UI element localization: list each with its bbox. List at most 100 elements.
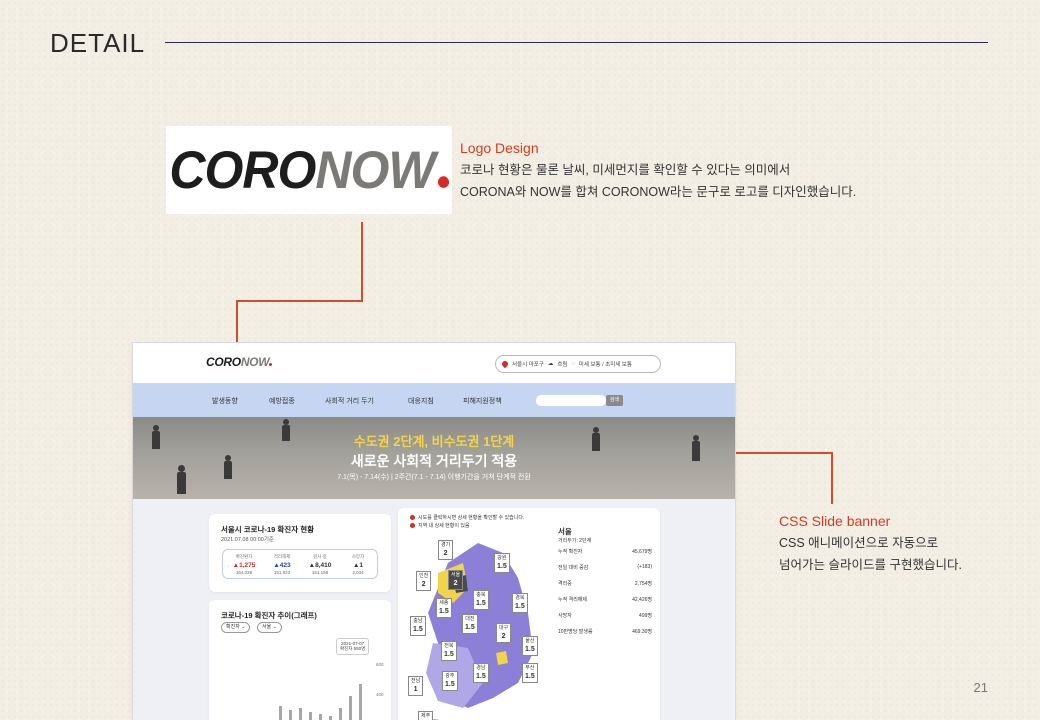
stat-released: 격리해제 ▲423 151,923 [273,554,291,575]
map-note-click: 시도를 클릭하시면 상세 현황을 확인할 수 있습니다. [410,514,524,521]
search-button[interactable]: 검색 [606,395,623,406]
tooltip-value: 확진자 550명 [340,646,366,651]
chart-bar [289,710,292,720]
mockup-logo-now: NOW [240,355,270,369]
region-jeonbuk[interactable]: 전북 1.5 [441,641,457,661]
detail-row: 전일 대비 증감 (+183) [558,564,652,571]
nav-item-support[interactable]: 피해지원정책 [463,396,502,406]
logo-annotation: Logo Design 코로나 현황은 물론 날씨, 미세먼지를 확인할 수 있… [460,137,856,203]
mockup-header: CORONOW 서울시 마포구 ☁ 흐림 ◌ 미세 보통 / 초미세 보통 [133,343,735,383]
chart-bar [349,696,352,720]
y-tick-600: 600 [376,662,384,667]
detail-row: 사망자 499명 [558,613,652,619]
cloud-icon: ☁ [547,361,554,367]
banner-annotation: CSS Slide banner CSS 애니메이션으로 자동으로 넘어가는 슬… [779,510,962,576]
dust-text: 미세 보통 / 초미세 보통 [578,362,632,368]
status-pill[interactable]: 서울시 마포구 ☁ 흐림 ◌ 미세 보통 / 초미세 보통 [495,355,661,373]
detail-row: 누적 확진자 45,679명 [558,549,652,555]
region-jeonnam[interactable]: 전남 1 [408,676,424,696]
logo-connector-vertical [361,222,363,302]
detail-row: 10만명당 발생률 469.30명 [558,629,652,635]
logo-annotation-line1: 코로나 현황은 물론 날씨, 미세먼지를 확인할 수 있다는 의미에서 [460,163,791,177]
search-input[interactable] [536,395,606,406]
title-divider [165,42,988,43]
nav-item-guidelines[interactable]: 대응지침 [408,396,434,406]
trend-card: 코로나-19 확진자 추이(그래프) 확진자 ⌄ 서울 ⌄ 2021-07-07… [209,600,391,720]
region-select[interactable]: 서울 ⌄ [257,622,282,633]
stat-deaths: 사망자 ▲1 2,034 [351,554,365,575]
banner-connector-vertical [831,452,833,504]
korea-map[interactable] [408,533,548,720]
status-card: 서울시 코로나-19 확진자 현황 2021.07.08 00:00기준 확진환… [209,514,391,592]
trend-chart [221,660,373,720]
detail-row: 격리중 2,754명 [558,581,652,587]
logo-annotation-heading: Logo Design [460,140,539,156]
location-pin-icon [500,359,510,369]
website-mockup: CORONOW 서울시 마포구 ☁ 흐림 ◌ 미세 보통 / 초미세 보통 발생… [133,343,735,720]
nav-item-distancing[interactable]: 사회적 거리 두기 [325,396,374,406]
region-daejeon[interactable]: 대전 1.5 [462,614,478,634]
chevron-down-icon: ⌄ [272,624,277,630]
status-card-date: 2021.07.08 00:00기준 [221,537,274,543]
mockup-logo-dot [269,363,273,366]
slide-banner[interactable]: 수도권 2단계, 비수도권 1단계 새로운 사회적 거리두기 적용 7.1(목)… [133,417,735,499]
region-gyeongbuk[interactable]: 경북 1.5 [512,593,528,613]
stat-confirmed: 확진환자 ▲1,275 164,028 [232,554,256,575]
region-chungbuk[interactable]: 충북 1.5 [473,590,489,610]
region-daegu[interactable]: 대구 2 [496,623,512,643]
mockup-logo-coro: CORO [206,355,241,369]
detail-city: 서울 [558,527,572,536]
chart-bar [319,714,322,720]
metric-select-value: 확진자 [226,624,240,630]
banner-annotation-line2: 넘어가는 슬라이드를 구현했습니다. [779,558,962,572]
coronow-logo: CORONOW [169,140,449,200]
mockup-nav: 발생동향 예방접종 사회적 거리 두기 대응지침 피해지원정책 검색 [133,383,735,417]
stat-testing: 검사 중 ▲8,410 151,158 [308,554,332,575]
chevron-down-icon: ⌄ [241,624,246,630]
detail-row: 누적 격리해제 42,426명 [558,597,652,603]
slide-title: DETAIL [50,28,146,58]
region-ulsan[interactable]: 울산 1.5 [522,636,538,656]
metric-select[interactable]: 확진자 ⌄ [221,622,251,633]
map-card: 시도를 클릭하시면 상세 현황을 확인할 수 있습니다. 지역 내 상세 현황이… [398,508,660,720]
status-card-title: 서울시 코로나-19 확진자 현황 [221,525,314,534]
banner-annotation-heading: CSS Slide banner [779,513,891,529]
logo-coro-text: CORO [169,140,316,200]
alert-icon [410,515,415,521]
chart-tooltip: 2021-07-07 확진자 550명 [336,638,370,655]
trend-card-title: 코로나-19 확진자 추이(그래프) [221,611,317,620]
region-gwangju[interactable]: 광주 1.5 [442,671,458,691]
detail-stage: 거리두기: 2단계 [558,538,592,544]
logo-preview: CORONOW [166,126,452,214]
logo-now-text: NOW [315,140,435,200]
region-jeju[interactable]: 제주 [418,711,434,720]
region-incheon[interactable]: 인천 2 [416,571,432,591]
region-gyeonggi[interactable]: 경기 2 [438,540,454,560]
weather-text: 흐림 [557,362,568,368]
nav-item-vaccination[interactable]: 예방접종 [269,396,295,406]
banner-period: 7.1(목) - 7.14(수) | 2주간(7.1 - 7.14) 이행기간을… [337,474,531,481]
region-sejong[interactable]: 세종 1.5 [436,598,452,618]
logo-connector-horizontal [236,300,363,302]
region-chungnam[interactable]: 충남 1.5 [410,616,426,636]
chart-bar [279,706,282,720]
region-detail-panel: 서울 거리두기: 2단계 누적 확진자 45,679명 전일 대비 증감 (+183… [558,526,652,640]
location-text: 서울시 마포구 [512,362,544,368]
chart-bar [359,684,362,720]
chart-bar [339,708,342,720]
y-tick-400: 400 [376,692,384,697]
region-gangwon[interactable]: 강원 1.5 [494,553,510,573]
stat-box: 확진환자 ▲1,275 164,028 격리해제 ▲423 151,923 검사… [222,549,378,579]
region-gyeongnam[interactable]: 경남 1.5 [473,663,489,683]
chart-bar [309,712,312,720]
nav-item-outbreak[interactable]: 발생동향 [212,396,238,406]
logo-red-dot [437,176,449,188]
chart-bar [299,708,302,720]
page-number: 21 [973,680,988,695]
region-seoul[interactable]: 서울 2 [448,570,464,590]
region-busan[interactable]: 부산 1.5 [522,663,538,683]
map-note-detail: 지역 내 상세 현황이 있음 [410,522,470,529]
mockup-logo[interactable]: CORONOW [206,355,273,369]
region-select-value: 서울 [262,624,272,630]
banner-annotation-line1: CSS 애니메이션으로 자동으로 [779,536,939,550]
